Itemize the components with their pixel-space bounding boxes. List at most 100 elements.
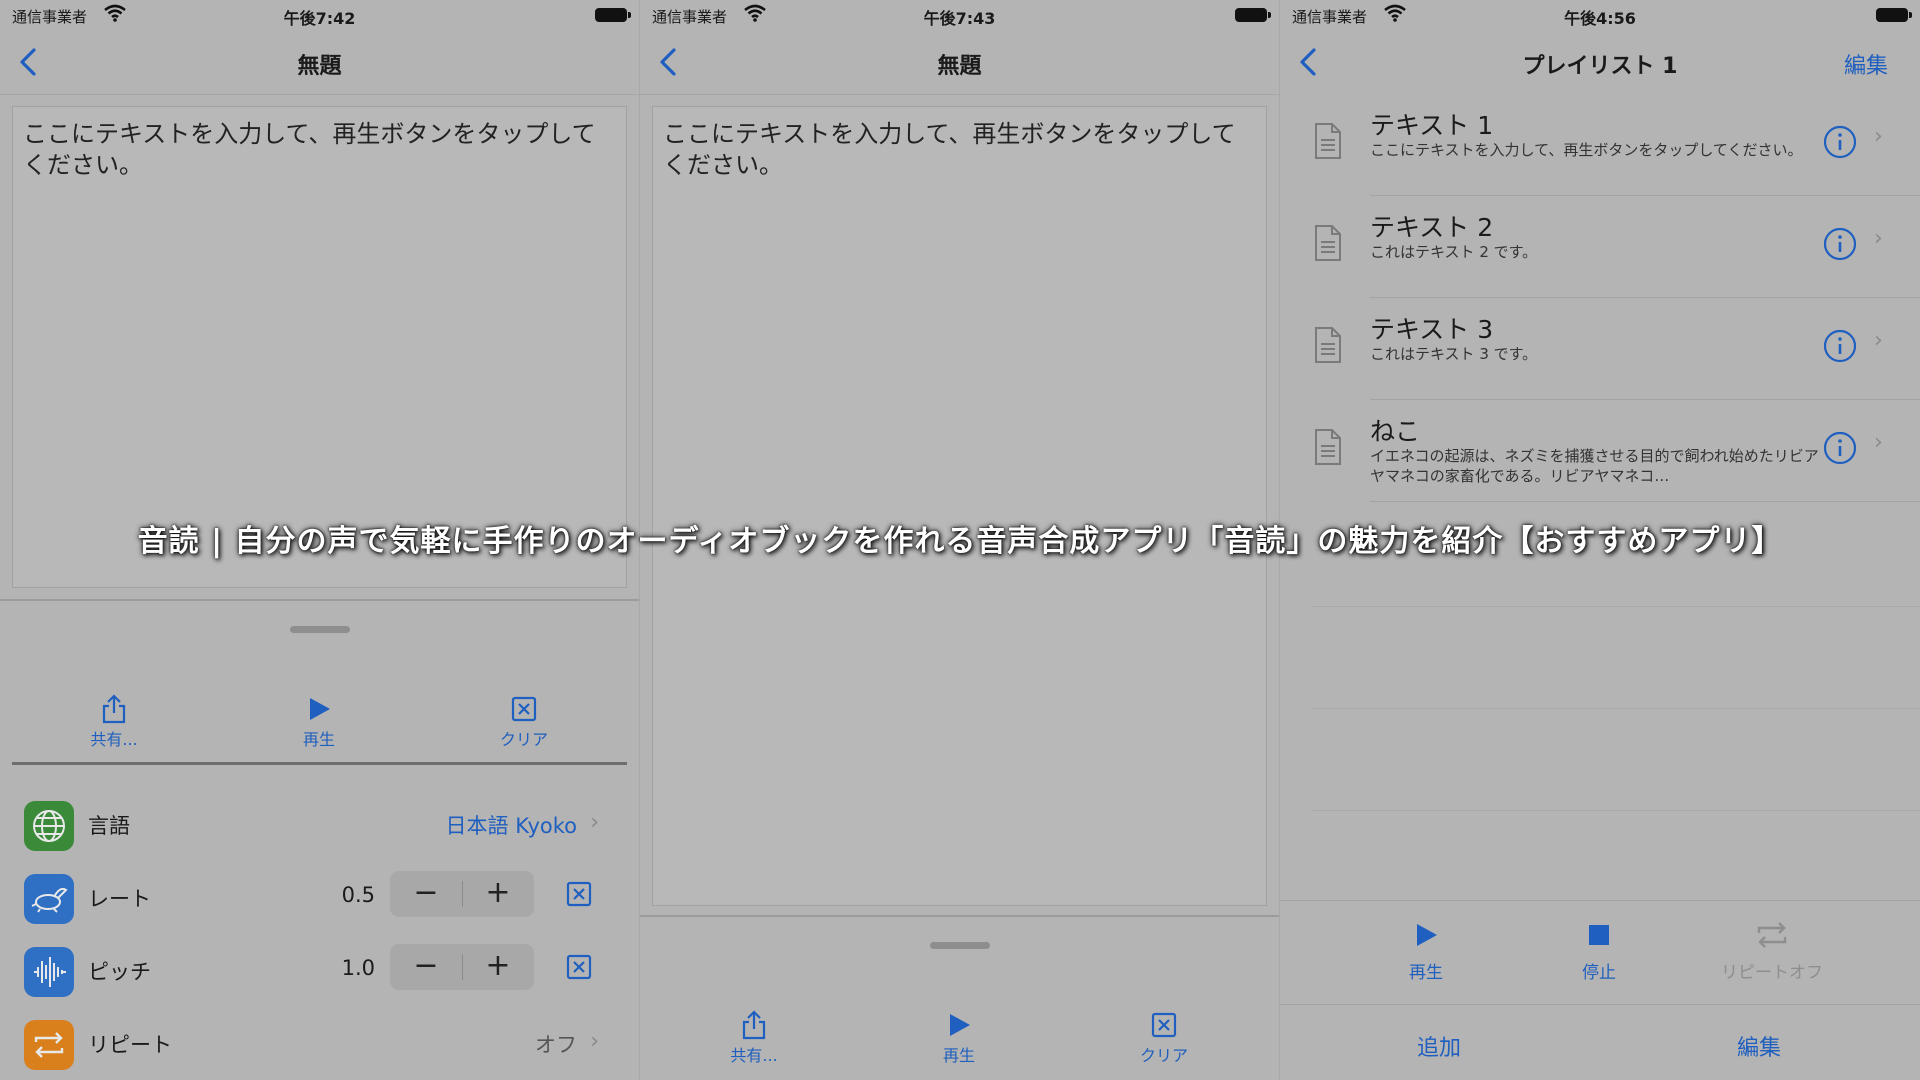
- repeat-value: オフ: [535, 1033, 577, 1057]
- item-subtitle: これはテキスト 2 です。: [1370, 243, 1538, 261]
- repeat-toggle-button[interactable]: リピートオフ: [1692, 920, 1852, 983]
- rate-increment-button[interactable]: +: [462, 876, 534, 910]
- info-icon[interactable]: [1822, 124, 1858, 160]
- share-icon: [742, 1010, 766, 1040]
- list-item[interactable]: ねこ イエネコの起源は、ネズミを捕獲させる目的で飼われ始めたリビアヤマネコの家畜…: [1280, 400, 1920, 502]
- sheet-grabber[interactable]: [930, 942, 990, 949]
- list-item[interactable]: テキスト 1 ここにテキストを入力して、再生ボタンをタップしてください。 ›: [1280, 94, 1920, 196]
- play-label: 再生: [302, 730, 335, 749]
- battery-icon: [595, 8, 631, 22]
- waveform-icon: [24, 947, 74, 997]
- pitch-reset-icon[interactable]: [566, 954, 592, 980]
- rate-value: 0.5: [341, 883, 375, 907]
- info-icon[interactable]: [1822, 430, 1858, 466]
- pitch-stepper[interactable]: − +: [390, 944, 534, 990]
- page-title: 無題: [937, 54, 982, 79]
- empty-row-divider: [1312, 606, 1920, 607]
- share-label: 共有...: [90, 730, 138, 749]
- nav-bar: 無題: [640, 30, 1279, 95]
- page-title: 無題: [297, 54, 342, 79]
- text-editor[interactable]: ここにテキストを入力して、再生ボタンをタップしてください。: [652, 106, 1267, 906]
- stop-icon: [1589, 925, 1609, 945]
- chevron-right-icon: ›: [590, 1029, 599, 1054]
- clear-button[interactable]: クリア: [464, 694, 584, 750]
- play-icon: [1417, 924, 1437, 946]
- player-divider: [1280, 900, 1920, 901]
- sheet-grabber[interactable]: [290, 626, 350, 633]
- repeat-label: リピート: [88, 1033, 172, 1057]
- pitch-row: ピッチ 1.0 − +: [0, 932, 639, 1004]
- add-button[interactable]: 追加: [1417, 1030, 1461, 1062]
- info-icon[interactable]: [1822, 328, 1858, 364]
- play-button[interactable]: 再生: [259, 694, 379, 750]
- status-time: 午後4:56: [1564, 9, 1636, 28]
- clear-icon: [511, 696, 537, 722]
- bottom-edit-button[interactable]: 編集: [1737, 1030, 1781, 1062]
- repeat-row[interactable]: リピート オフ ›: [0, 1005, 639, 1077]
- rabbit-icon: [24, 874, 74, 924]
- rate-row: レート 0.5 − +: [0, 859, 639, 931]
- share-button[interactable]: 共有...: [54, 694, 174, 750]
- document-icon: [1315, 429, 1341, 465]
- pitch-value: 1.0: [341, 956, 375, 980]
- document-icon: [1315, 123, 1341, 159]
- toolbar-divider: [12, 762, 627, 765]
- list-item[interactable]: テキスト 2 これはテキスト 2 です。 ›: [1280, 196, 1920, 298]
- status-time: 午後7:43: [923, 9, 996, 28]
- row-divider: [1370, 501, 1920, 502]
- battery-icon: [1876, 8, 1912, 22]
- share-icon: [102, 694, 126, 724]
- rate-decrement-button[interactable]: −: [390, 876, 462, 910]
- item-subtitle: イエネコの起源は、ネズミを捕獲させる目的で飼われ始めたリビアヤマネコの家畜化であ…: [1370, 447, 1819, 485]
- repeat-icon: [24, 1020, 74, 1070]
- chevron-right-icon: ›: [590, 810, 599, 835]
- stop-button[interactable]: 停止: [1519, 920, 1679, 983]
- status-bar: 通信事業者 午後4:56: [1280, 0, 1920, 30]
- rate-reset-icon[interactable]: [566, 881, 592, 907]
- status-bar: 通信事業者 午後7:42: [0, 0, 639, 30]
- battery-icon: [1235, 8, 1271, 22]
- pitch-increment-button[interactable]: +: [462, 949, 534, 983]
- globe-icon: [24, 801, 74, 851]
- status-time: 午後7:42: [283, 9, 356, 28]
- play-label: 再生: [1409, 963, 1443, 983]
- edit-button[interactable]: 編集: [1844, 48, 1888, 80]
- chevron-right-icon: ›: [1874, 328, 1883, 353]
- editor-text[interactable]: ここにテキストを入力して、再生ボタンをタップしてください。: [13, 107, 626, 193]
- chevron-right-icon: ›: [1874, 430, 1883, 455]
- rate-label: レート: [88, 887, 151, 911]
- bottom-divider: [1280, 1004, 1920, 1005]
- empty-row-divider: [1312, 708, 1920, 709]
- item-title: ねこ: [1370, 417, 1421, 446]
- nav-bar: プレイリスト 1 編集: [1280, 30, 1920, 94]
- language-row[interactable]: 言語 日本語 Kyoko ›: [0, 786, 639, 858]
- repeat-icon: [1757, 922, 1787, 948]
- share-label: 共有...: [730, 1046, 778, 1065]
- overlay-caption: 音読 | 自分の声で気軽に手作りのオーディオブックを作れる音声合成アプリ「音読」…: [137, 524, 1783, 559]
- play-button[interactable]: 再生: [899, 1010, 1019, 1066]
- editor-text[interactable]: ここにテキストを入力して、再生ボタンをタップしてください。: [653, 107, 1266, 193]
- repeat-label: リピートオフ: [1721, 963, 1823, 983]
- language-label: 言語: [88, 814, 130, 838]
- play-label: 再生: [942, 1046, 975, 1065]
- list-item[interactable]: テキスト 3 これはテキスト 3 です。 ›: [1280, 298, 1920, 400]
- pitch-decrement-button[interactable]: −: [390, 949, 462, 983]
- page-title: プレイリスト 1: [1522, 54, 1678, 79]
- clear-icon: [1151, 1012, 1177, 1038]
- chevron-right-icon: ›: [1874, 226, 1883, 251]
- chevron-right-icon: ›: [1874, 124, 1883, 149]
- rate-stepper[interactable]: − +: [390, 871, 534, 917]
- playlist-play-button[interactable]: 再生: [1346, 920, 1506, 983]
- clear-label: クリア: [1139, 1046, 1188, 1065]
- nav-bar: 無題: [0, 30, 639, 95]
- share-button[interactable]: 共有...: [694, 1010, 814, 1066]
- sheet-divider: [0, 599, 639, 601]
- play-icon: [310, 698, 330, 720]
- info-icon[interactable]: [1822, 226, 1858, 262]
- item-title: テキスト 3: [1370, 315, 1494, 344]
- language-value: 日本語 Kyoko: [445, 814, 577, 838]
- clear-button[interactable]: クリア: [1104, 1010, 1224, 1066]
- empty-row-divider: [1312, 810, 1920, 811]
- item-subtitle: ここにテキストを入力して、再生ボタンをタップしてください。: [1370, 141, 1803, 159]
- status-bar: 通信事業者 午後7:43: [640, 0, 1279, 30]
